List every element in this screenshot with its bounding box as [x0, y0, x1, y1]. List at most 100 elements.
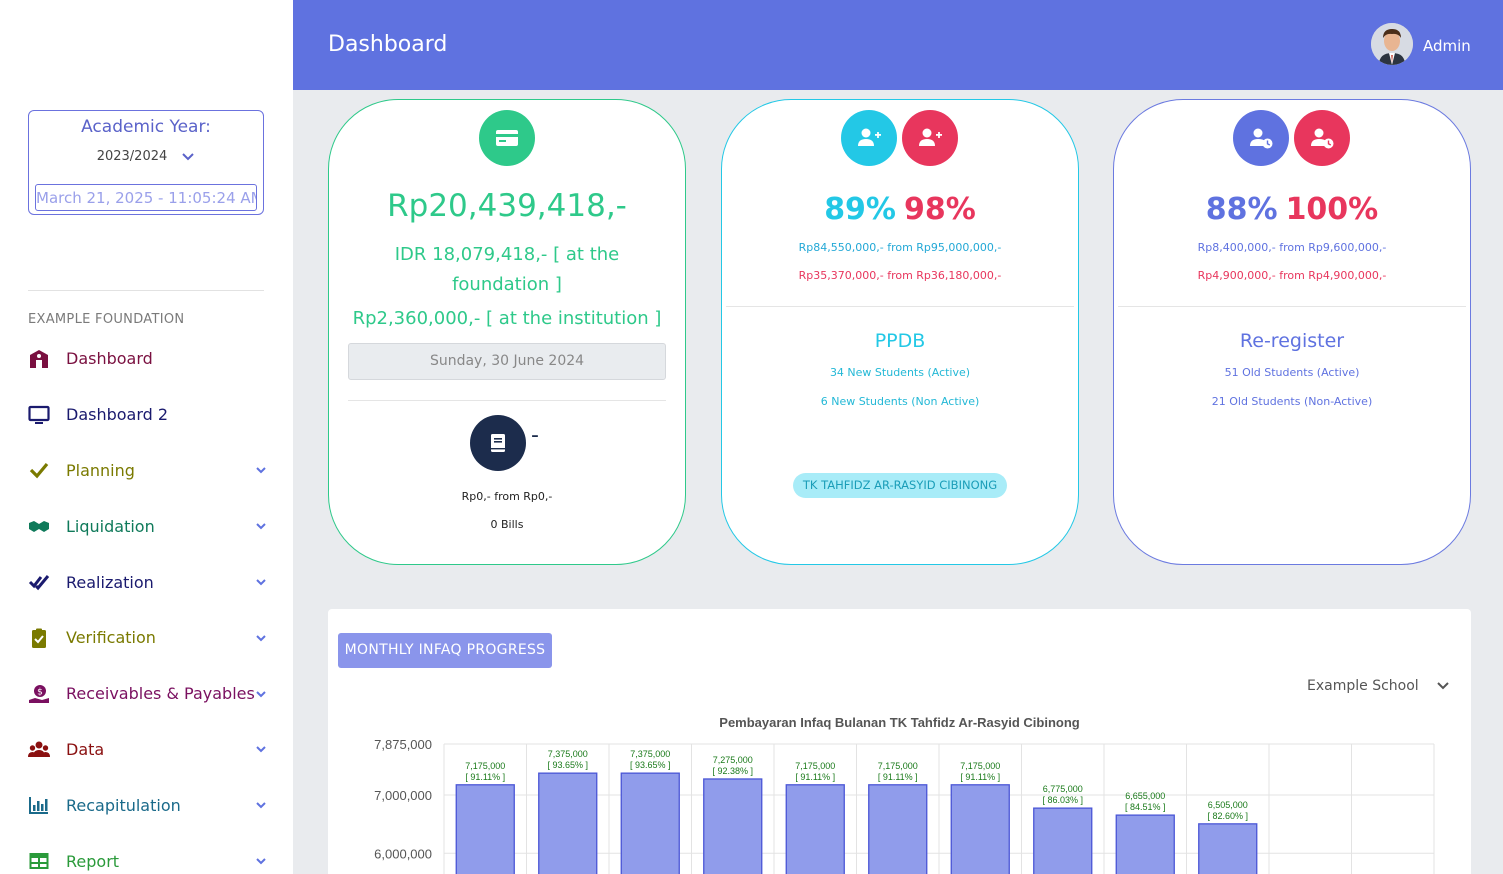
chart-bar	[703, 778, 763, 874]
balance-date-field: Sunday, 30 June 2024	[348, 343, 666, 380]
sidebar-item-label: Data	[66, 739, 105, 759]
chart-bar	[868, 784, 928, 874]
chevron-down-icon	[256, 579, 266, 586]
card-icon-circle	[479, 110, 535, 166]
bills-amount: Rp0,- from Rp0,-	[461, 490, 553, 503]
ppdb-percent-1: 89%	[824, 192, 896, 227]
chart-title: Pembayaran Infaq Bulanan TK Tahfidz Ar-R…	[719, 715, 1080, 730]
user-avatar-icon	[1371, 23, 1413, 65]
bar-percent-label: [ 84.51% ]	[1125, 802, 1166, 812]
card-divider	[1118, 306, 1466, 307]
sidebar-item-label: Receivables & Payables	[66, 684, 255, 704]
double-check-icon	[28, 571, 50, 593]
sidebar-item-label: Liquidation	[66, 516, 155, 536]
ppdb-inactive-count: 6 New Students (Non Active)	[820, 395, 980, 408]
reregister-amount-1: Rp8,400,000,- from Rp9,600,000,-	[1197, 241, 1387, 254]
reregister-title: Re-register	[1239, 330, 1345, 352]
sidebar: Academic Year: 2023/2024 March 21, 2025 …	[0, 0, 293, 874]
school-select-value: Example School	[1307, 678, 1419, 694]
table-icon	[28, 850, 50, 872]
ppdb-amount-1: Rp84,550,000,- from Rp95,000,000,-	[798, 241, 1002, 254]
sidebar-section-label: EXAMPLE FOUNDATION	[28, 312, 185, 327]
school-badge: TK TAHFIDZ AR-RASYID CIBINONG	[793, 473, 1007, 498]
chevron-down-icon	[1436, 682, 1449, 690]
admin-username[interactable]: Admin	[1423, 37, 1471, 55]
sidebar-item-data[interactable]: Data	[0, 722, 293, 778]
bar-percent-label: [ 82.60% ]	[1207, 811, 1248, 821]
sidebar-item-planning[interactable]: Planning	[0, 443, 293, 499]
chart-bar	[620, 772, 680, 874]
chart-bar	[1198, 823, 1258, 874]
avatar[interactable]	[1371, 23, 1413, 65]
reregister-inactive-count: 21 Old Students (Non-Active)	[1211, 395, 1373, 408]
bar-value-label: 6,655,000	[1125, 791, 1165, 801]
sidebar-item-recapitulation[interactable]: Recapitulation	[0, 777, 293, 833]
bar-percent-label: [ 93.65% ]	[630, 760, 671, 770]
sidebar-item-dashboard[interactable]: Dashboard	[0, 331, 293, 387]
institution-balance: Rp2,360,000,- [ at the institution ]	[352, 308, 662, 329]
bar-value-label: 7,175,000	[960, 761, 1000, 771]
ppdb-amount-2: Rp35,370,000,- from Rp36,180,000,-	[798, 269, 1002, 282]
academic-year-label: Academic Year:	[81, 117, 211, 137]
chevron-down-icon	[256, 690, 266, 698]
sidebar-item-dashboard-2[interactable]: Dashboard 2	[0, 387, 293, 443]
user-clock-icon	[1311, 128, 1334, 149]
bar-value-label: 7,175,000	[465, 761, 505, 771]
academic-year-box: Academic Year: 2023/2024 March 21, 2025 …	[28, 110, 264, 215]
ppdb-card: 89% 98% Rp84,550,000,- from Rp95,000,000,…	[721, 99, 1079, 565]
y-tick-label: 7,000,000	[374, 788, 432, 803]
reregister-percent-1: 88%	[1205, 192, 1278, 227]
academic-year-select[interactable]: 2023/2024	[29, 149, 263, 164]
bar-percent-label: [ 91.11% ]	[795, 772, 835, 782]
chevron-down-icon	[256, 858, 266, 865]
school-select[interactable]: Example School	[1307, 678, 1451, 694]
user-clock-icon	[1250, 128, 1273, 149]
user-plus-icon	[858, 128, 881, 146]
bar-value-label: 7,175,000	[878, 761, 918, 771]
reregister-active-count: 51 Old Students (Active)	[1224, 366, 1360, 379]
bar-value-label: 6,775,000	[1043, 784, 1083, 794]
check-icon	[28, 459, 50, 481]
bills-icon-circle	[470, 415, 526, 471]
sidebar-item-realization[interactable]: Realization	[0, 554, 293, 610]
ppdb-percent-2: 98%	[904, 192, 976, 227]
sidebar-nav: Dashboard Dashboard 2 Planning Liquidation R…	[0, 331, 293, 874]
chart-bar	[455, 784, 515, 874]
sidebar-item-label: Recapitulation	[66, 795, 181, 815]
bar-value-label: 7,375,000	[630, 749, 670, 759]
chart-bar	[538, 772, 598, 874]
page-title: Dashboard	[328, 32, 448, 57]
sidebar-item-label: Planning	[66, 460, 135, 480]
sidebar-item-label: Dashboard	[66, 349, 153, 369]
svg-text:$: $	[37, 687, 43, 697]
bar-value-label: 7,175,000	[795, 761, 835, 771]
bar-chart-icon	[28, 794, 50, 816]
credit-card-icon	[496, 130, 518, 146]
bar-percent-label: [ 91.11% ]	[878, 772, 918, 782]
ppdb-icon-circle-red	[902, 110, 958, 166]
chart-bar	[1033, 807, 1093, 874]
total-balance: Rp20,439,418,-	[387, 188, 627, 224]
ppdb-active-count: 34 New Students (Active)	[829, 366, 971, 379]
sidebar-item-liquidation[interactable]: Liquidation	[0, 498, 293, 554]
monitor-icon	[28, 404, 50, 426]
clipboard-check-icon	[28, 627, 50, 649]
sidebar-item-verification[interactable]: Verification	[0, 610, 293, 666]
bar-percent-label: [ 86.03% ]	[1042, 795, 1083, 805]
reregister-icon-circle-red	[1294, 110, 1350, 166]
school-icon	[28, 348, 50, 370]
user-plus-icon	[919, 128, 942, 146]
reregister-percentages: 88% 100%	[1114, 192, 1470, 227]
chevron-down-icon	[256, 746, 266, 753]
sidebar-item-receivables-payables[interactable]: $ Receivables & Payables	[0, 666, 293, 722]
sidebar-item-report[interactable]: Report	[0, 833, 293, 874]
chevron-down-icon	[256, 802, 266, 809]
ppdb-title: PPDB	[874, 330, 926, 352]
bar-percent-label: [ 93.65% ]	[547, 760, 588, 770]
sidebar-item-label: Report	[66, 851, 120, 871]
y-tick-label: 7,875,000	[374, 737, 432, 752]
academic-year-value: 2023/2024	[96, 149, 168, 164]
reregister-card: 88% 100% Rp8,400,000,- from Rp9,600,000,-…	[1113, 99, 1471, 565]
top-bar: Dashboard Admin	[293, 0, 1503, 90]
monthly-infaq-progress-button[interactable]: MONTHLY INFAQ PROGRESS	[338, 633, 552, 668]
